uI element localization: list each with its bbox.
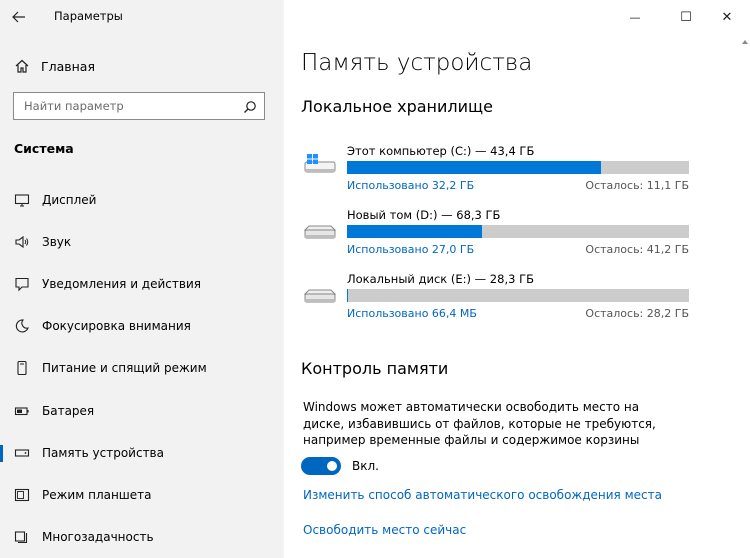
usage-bar-fill: [347, 161, 601, 174]
storage-sense-toggle[interactable]: [301, 457, 341, 475]
free-space-now-link[interactable]: Освободить место сейчас: [303, 523, 466, 537]
notification-icon: [14, 276, 30, 292]
sidebar-item-battery[interactable]: Батарея: [0, 394, 284, 428]
storage-sense-heading: Контроль памяти: [301, 359, 449, 378]
drive-name: Новый том (D:) — 68,3 ГБ: [347, 208, 501, 222]
scroll-up-arrow-icon[interactable]: [741, 38, 749, 46]
usage-bar: [347, 289, 689, 302]
change-cleanup-link[interactable]: Изменить способ автоматического освобожд…: [303, 488, 662, 502]
sidebar-item-storage[interactable]: Память устройства: [0, 436, 284, 470]
toggle-state-label: Вкл.: [352, 459, 379, 473]
tablet-icon: [14, 487, 30, 503]
free-space: Осталось: 41,2 ГБ: [585, 243, 689, 256]
system-drive-icon: [304, 152, 338, 178]
power-icon: [14, 360, 30, 376]
home-label: Главная: [41, 58, 95, 74]
drive-e[interactable]: Локальный диск (E:) — 28,3 ГБ Использова…: [303, 272, 694, 326]
sidebar-item-label: Питание и спящий режим: [42, 361, 207, 375]
sidebar: Параметры Главная Система Дисплей Звук У…: [0, 0, 284, 558]
sidebar-item-sound[interactable]: Звук: [0, 225, 284, 259]
local-storage-heading: Локальное хранилище: [301, 97, 493, 116]
monitor-icon: [14, 192, 30, 208]
drive-name: Этот компьютер (C:) — 43,4 ГБ: [347, 144, 535, 158]
search-input[interactable]: [24, 99, 234, 113]
drive-c[interactable]: Этот компьютер (C:) — 43,4 ГБ Использова…: [304, 144, 694, 198]
drive-name: Локальный диск (E:) — 28,3 ГБ: [347, 272, 534, 286]
sidebar-item-focus[interactable]: Фокусировка внимания: [0, 309, 284, 343]
sidebar-item-label: Память устройства: [42, 446, 164, 460]
sidebar-item-label: Режим планшета: [42, 488, 152, 502]
app-title: Параметры: [54, 9, 123, 23]
sidebar-item-label: Батарея: [42, 404, 95, 418]
drive-icon: [303, 280, 338, 306]
free-space: Осталось: 11,1 ГБ: [585, 179, 689, 192]
sidebar-item-label: Многозадачность: [42, 530, 154, 544]
search-icon[interactable]: [243, 99, 257, 113]
section-title: Система: [14, 141, 74, 156]
sidebar-item-home[interactable]: Главная: [0, 52, 284, 80]
sidebar-item-label: Фокусировка внимания: [42, 319, 191, 333]
sidebar-item-label: Дисплей: [42, 193, 97, 207]
sidebar-item-display[interactable]: Дисплей: [0, 183, 284, 217]
used-space: Использовано 66,4 МБ: [347, 307, 477, 320]
sidebar-item-label: Уведомления и действия: [42, 277, 201, 291]
toggle-knob: [327, 461, 337, 471]
storage-icon: [14, 445, 30, 461]
sidebar-item-tablet[interactable]: Режим планшета: [0, 478, 284, 512]
sidebar-item-multitasking[interactable]: Многозадачность: [0, 520, 284, 554]
usage-bar-fill: [347, 225, 483, 238]
used-space: Использовано 27,0 ГБ: [347, 243, 475, 256]
drive-d[interactable]: Новый том (D:) — 68,3 ГБ Использовано 27…: [303, 208, 694, 262]
usage-bar: [347, 225, 689, 238]
sidebar-item-notifications[interactable]: Уведомления и действия: [0, 267, 284, 301]
main-panel: Память устройства Локальное хранилище Эт…: [284, 0, 750, 558]
search-box[interactable]: [13, 92, 265, 120]
free-space: Осталось: 28,2 ГБ: [585, 307, 689, 320]
moon-icon: [14, 318, 30, 334]
back-arrow-icon: [12, 11, 25, 23]
sidebar-item-power[interactable]: Питание и спящий режим: [0, 351, 284, 385]
battery-icon: [14, 403, 30, 419]
multitask-icon: [14, 529, 30, 545]
scrollbar[interactable]: [740, 34, 750, 558]
page-title: Память устройства: [301, 50, 533, 76]
back-button[interactable]: [8, 6, 30, 28]
home-icon: [13, 57, 31, 75]
speaker-icon: [14, 234, 30, 250]
usage-bar: [347, 161, 689, 174]
titlebar-left: Параметры: [0, 0, 284, 34]
usage-bar-fill: [347, 289, 348, 302]
drive-icon: [303, 216, 338, 242]
sidebar-item-label: Звук: [42, 235, 72, 249]
used-space: Использовано 32,2 ГБ: [347, 179, 475, 192]
storage-sense-description: Windows может автоматически освободить м…: [303, 400, 656, 447]
